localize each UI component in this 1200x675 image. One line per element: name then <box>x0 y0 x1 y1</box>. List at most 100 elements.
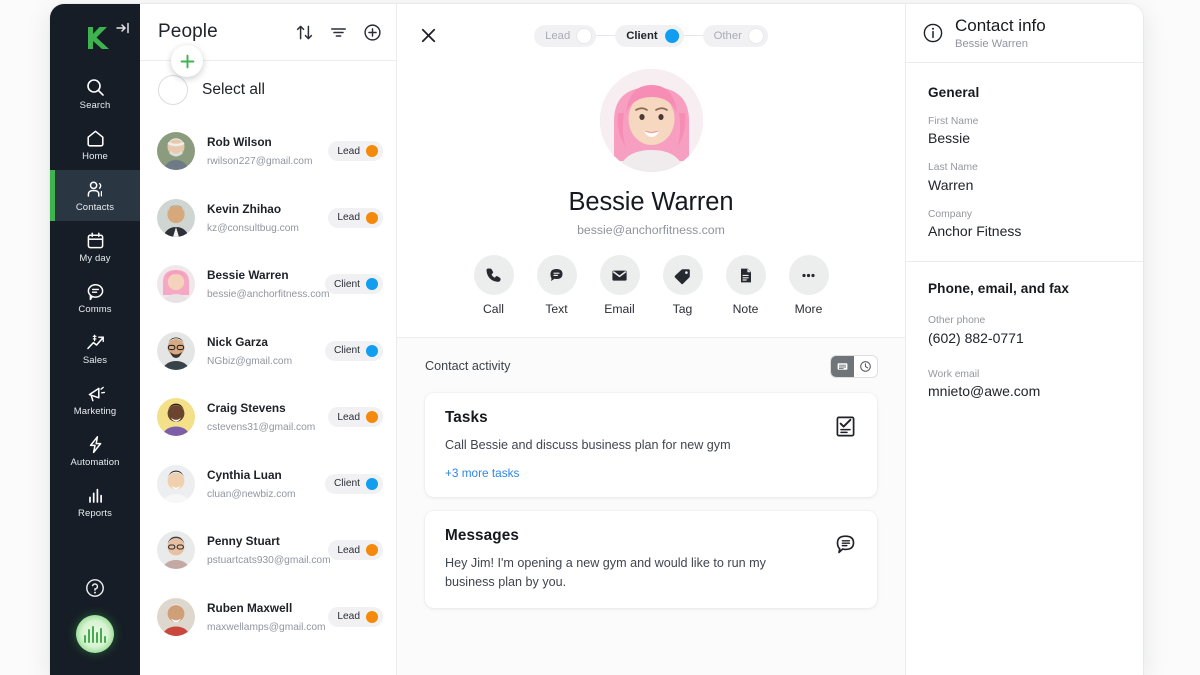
list-item[interactable]: Penny Stuart pstuartcats930@gmail.com Le… <box>140 517 396 584</box>
email-button[interactable]: Email <box>595 255 645 316</box>
action-label: Note <box>732 302 759 316</box>
sidebar-item-comms[interactable]: Comms <box>50 272 140 323</box>
home-icon <box>85 128 106 149</box>
status-badge-dot <box>366 211 378 224</box>
field-other-phone[interactable]: Other phone (602) 882-0771 <box>928 314 1127 345</box>
megaphone-icon <box>85 383 106 404</box>
status-badge-dot <box>366 544 378 557</box>
status-badge[interactable]: Lead <box>328 207 383 228</box>
status-badge[interactable]: Lead <box>328 141 383 162</box>
contact-detail-panel: Lead Client Other Bessie Warren bessie@a… <box>397 4 906 675</box>
checklist-icon <box>834 415 857 438</box>
status-badge[interactable]: Lead <box>328 407 383 428</box>
sidebar-nav-rail: Search Home Contacts My day Comms Sales … <box>50 4 140 675</box>
contact-email: cluan@newbiz.com <box>207 488 296 500</box>
user-avatar-orb[interactable] <box>76 615 114 653</box>
close-icon[interactable] <box>419 26 438 45</box>
add-new-button[interactable] <box>171 45 203 77</box>
sidebar-item-home[interactable]: Home <box>50 119 140 170</box>
call-button[interactable]: Call <box>469 255 519 316</box>
status-badge[interactable]: Client <box>324 274 383 295</box>
sidebar-item-sales[interactable]: Sales <box>50 323 140 374</box>
sidebar-item-marketing[interactable]: Marketing <box>50 374 140 425</box>
stage-knob <box>748 28 763 43</box>
phone-icon <box>473 255 514 295</box>
field-value: Warren <box>928 176 974 193</box>
stage-option-lead[interactable]: Lead <box>534 24 597 47</box>
help-icon[interactable] <box>84 577 106 599</box>
envelope-icon <box>599 255 640 295</box>
sidebar-item-label: Comms <box>78 303 112 315</box>
list-item[interactable]: Kevin Zhihao kz@consultbug.com Lead <box>140 185 396 252</box>
sidebar-item-reports[interactable]: Reports <box>50 476 140 527</box>
contact-email-address: bessie@anchorfitness.com <box>577 223 725 237</box>
page-title: People <box>158 21 218 42</box>
status-badge[interactable]: Lead <box>328 606 383 627</box>
field-work-email[interactable]: Work email mnieto@awe.com <box>928 368 1127 399</box>
activity-title: Contact activity <box>425 359 511 373</box>
stage-connector <box>596 34 616 37</box>
tasks-card[interactable]: Tasks Call Bessie and discuss business p… <box>425 393 877 498</box>
more-tasks-link[interactable]: +3 more tasks <box>445 466 857 480</box>
status-badge[interactable]: Client <box>324 473 383 494</box>
status-badge-label: Client <box>333 345 360 357</box>
contact-name: Cynthia Luan <box>207 467 282 482</box>
expand-sidebar-icon[interactable] <box>115 20 131 36</box>
tag-icon <box>662 255 703 295</box>
list-header-actions <box>295 23 382 42</box>
note-button[interactable]: Note <box>721 255 771 316</box>
list-item[interactable]: Bessie Warren bessie@anchorfitness.com C… <box>140 251 396 318</box>
avatar <box>157 531 195 570</box>
lightning-icon <box>85 434 106 455</box>
contact-full-name: Bessie Warren <box>568 188 734 216</box>
field-label: Other phone <box>928 315 986 327</box>
keap-logo-icon[interactable] <box>80 23 110 53</box>
field-last-name[interactable]: Last Name Warren <box>928 161 1127 192</box>
text-button[interactable]: Text <box>532 255 582 316</box>
stage-option-label: Other <box>713 29 742 42</box>
more-button[interactable]: More <box>784 255 834 316</box>
messages-card[interactable]: Messages Hey Jim! I'm opening a new gym … <box>425 511 877 608</box>
list-item-meta: Rob Wilson rwilson227@gmail.com <box>207 133 316 169</box>
filter-icon[interactable] <box>329 23 348 42</box>
contact-name: Bessie Warren <box>207 268 289 283</box>
contact-action-row: Call Text Email Tag Note More <box>469 255 834 316</box>
sidebar-item-automation[interactable]: Automation <box>50 425 140 476</box>
action-label: Text <box>545 302 568 316</box>
stage-option-other[interactable]: Other <box>702 24 768 47</box>
select-all-checkbox[interactable] <box>158 74 188 105</box>
sidebar-item-contacts[interactable]: Contacts <box>50 170 140 221</box>
contact-email: NGbiz@gmail.com <box>207 355 293 367</box>
field-first-name[interactable]: First Name Bessie <box>928 115 1127 146</box>
clock-timeline-icon[interactable] <box>854 355 877 377</box>
select-all-label: Select all <box>202 80 265 98</box>
activity-header: Contact activity <box>425 353 877 379</box>
list-item[interactable]: Nick Garza NGbiz@gmail.com Client <box>140 318 396 385</box>
stage-option-client[interactable]: Client <box>615 24 684 47</box>
list-item[interactable]: Rob Wilson rwilson227@gmail.com Lead <box>140 118 396 185</box>
contact-email: cstevens31@gmail.com <box>207 422 316 434</box>
field-value: mnieto@awe.com <box>928 382 1041 399</box>
avatar <box>157 265 195 304</box>
list-item[interactable]: Craig Stevens cstevens31@gmail.com Lead <box>140 384 396 451</box>
sort-icon[interactable] <box>295 23 314 42</box>
sidebar-item-my-day[interactable]: My day <box>50 221 140 272</box>
list-item[interactable]: Cynthia Luan cluan@newbiz.com Client <box>140 451 396 518</box>
list-item-meta: Cynthia Luan cluan@newbiz.com <box>207 466 313 502</box>
card-view-icon[interactable] <box>831 355 854 377</box>
status-badge[interactable]: Lead <box>328 540 383 561</box>
add-contact-icon[interactable] <box>363 23 382 42</box>
tag-button[interactable]: Tag <box>658 255 708 316</box>
list-item-meta: Kevin Zhihao kz@consultbug.com <box>207 200 316 236</box>
avatar <box>157 597 195 636</box>
sales-trend-icon <box>85 332 106 353</box>
status-badge-label: Client <box>333 278 360 290</box>
list-item[interactable]: Ruben Maxwell maxwellamps@gmail.com Lead <box>140 584 396 651</box>
field-company[interactable]: Company Anchor Fitness <box>928 208 1127 239</box>
action-label: Tag <box>672 302 693 316</box>
sidebar-item-search[interactable]: Search <box>50 68 140 119</box>
status-badge-label: Lead <box>337 411 360 423</box>
list-item-meta: Ruben Maxwell maxwellamps@gmail.com <box>207 599 325 635</box>
status-badge[interactable]: Client <box>324 340 383 361</box>
general-section-title: General <box>928 85 980 100</box>
